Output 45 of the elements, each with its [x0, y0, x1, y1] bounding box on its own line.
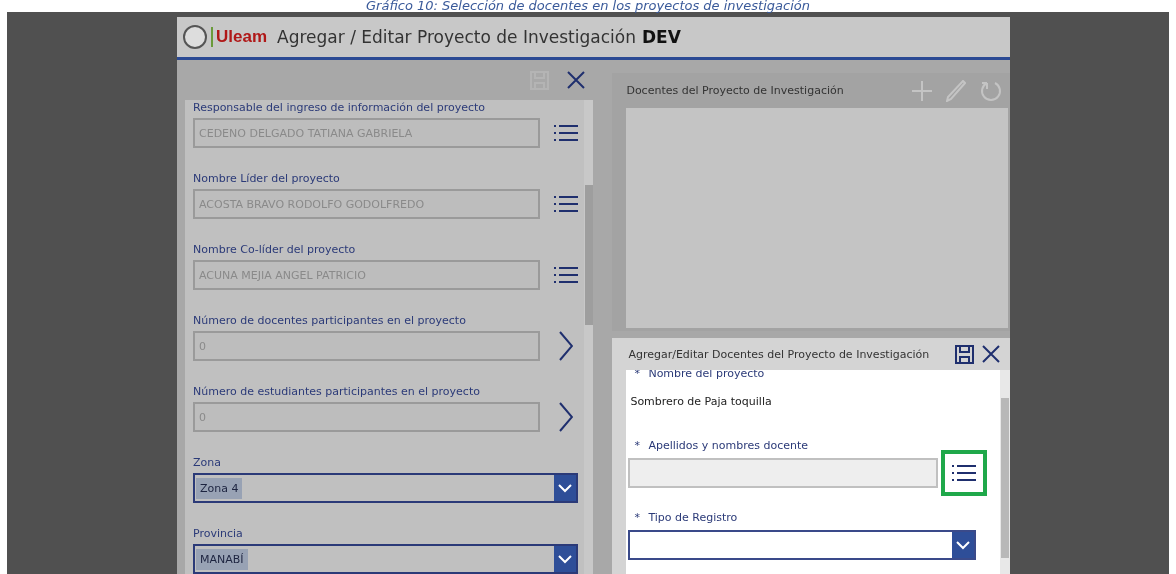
field-label: Tipo de Registro [648, 511, 738, 524]
save-icon [955, 344, 974, 364]
dropdown-value: Zona 4 [196, 477, 243, 499]
required-mark: * [633, 439, 641, 452]
list-button[interactable] [941, 450, 988, 496]
dialog-title: Agregar/Editar Docentes del Proyecto de Investigación [628, 347, 931, 361]
seal-icon [183, 25, 207, 49]
field-label: Zona [193, 456, 221, 469]
dropdown-value: MANABÍ [196, 548, 248, 570]
chevron-down-icon [558, 554, 572, 564]
field-label: Número de docentes participantes en el proyecto [193, 314, 466, 327]
text-field[interactable] [628, 458, 939, 488]
save-button[interactable] [955, 344, 974, 364]
field-value: Sombrero de Paja toquilla [629, 393, 772, 410]
scrollbar[interactable] [584, 100, 593, 574]
field-label: Apellidos y nombres docente [648, 439, 809, 452]
field-label: Nombre Co-líder del proyecto [193, 243, 356, 256]
list-icon [554, 124, 578, 142]
logo-text: Uleam [211, 27, 268, 47]
close-icon [982, 345, 1000, 363]
required-mark: * [633, 511, 641, 524]
field-label: Número de estudiantes participantes en el proyecto [193, 385, 480, 398]
dropdown[interactable]: Zona 4 [193, 473, 578, 503]
close-button[interactable] [567, 71, 586, 89]
scrollbar[interactable] [1000, 370, 1010, 574]
list-icon [554, 195, 578, 213]
chevron-down-icon [956, 540, 971, 550]
chevron-down-icon [558, 483, 572, 493]
list-icon [952, 464, 977, 482]
pencil-icon [946, 79, 966, 102]
close-icon [567, 71, 586, 89]
environment-label: DEV [641, 27, 681, 47]
field-label: Responsable del ingreso de información del proyecto [193, 101, 486, 114]
chevron-right-icon [559, 331, 573, 361]
list-icon [554, 266, 578, 284]
panel-title: Docentes del Proyecto de Investigación [626, 84, 845, 97]
field-label: Provincia [193, 527, 243, 540]
chevron-right-icon [559, 402, 573, 432]
field-label: Nombre Líder del proyecto [193, 172, 340, 185]
window-title: Agregar / Editar Proyecto de Investigación [277, 27, 636, 47]
close-button[interactable] [982, 345, 1000, 363]
plus-icon [912, 80, 932, 101]
dropdown[interactable]: MANABÍ [193, 544, 578, 574]
figure-caption: Gráfico 10: Selección de docentes en los proyectos de investigación [365, 0, 811, 12]
dropdown[interactable] [628, 530, 977, 560]
